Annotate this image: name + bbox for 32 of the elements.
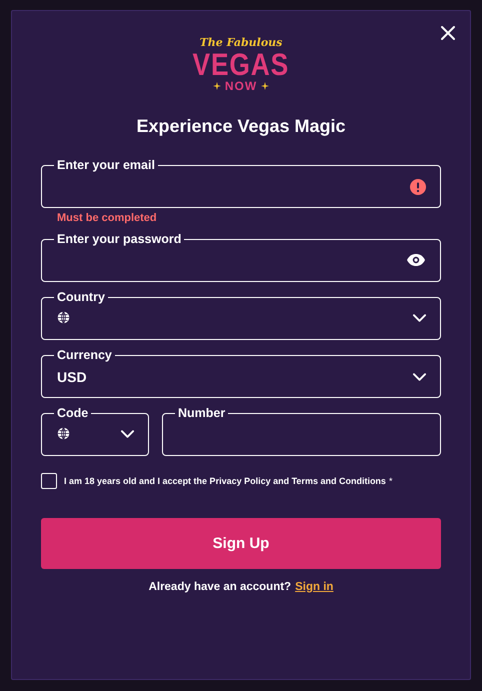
dropdown-field[interactable]: Currency USD <box>41 349 441 398</box>
account-prompt: Already have an account? <box>148 581 292 593</box>
error-message: Must be completed <box>57 212 158 224</box>
terms-text: I am 18 years old and I accept the Privacy Policy and Terms and Conditions <box>64 476 386 486</box>
chevron-down-icon <box>121 430 134 438</box>
terms-checkbox[interactable] <box>41 473 57 489</box>
chevron-down-icon <box>413 314 426 322</box>
eye-icon[interactable] <box>406 253 426 267</box>
dropdown-field[interactable]: Code <box>41 407 149 456</box>
logo-title: VEGAS <box>192 49 290 80</box>
field-value: USD <box>57 369 87 385</box>
input-field[interactable]: Number <box>162 407 441 456</box>
close-icon[interactable] <box>440 25 456 41</box>
sign-up-button[interactable]: Sign Up <box>41 518 441 569</box>
required-mark: * <box>388 476 392 486</box>
field-label: Currency <box>56 349 113 361</box>
password-field[interactable]: Enter your password <box>41 233 441 282</box>
sparkle-icon <box>212 82 221 90</box>
field-label: Enter your email <box>56 159 156 171</box>
dropdown-field[interactable]: Country <box>41 291 441 340</box>
chevron-down-icon <box>413 373 426 381</box>
sign-in-link[interactable]: Sign in <box>295 581 334 593</box>
input-field[interactable]: Enter your email <box>41 159 441 208</box>
field-label: Enter your password <box>56 233 182 245</box>
dialog-title: Experience Vegas Magic <box>135 116 347 137</box>
error-icon <box>410 179 426 195</box>
field-label: Country <box>56 291 106 303</box>
sparkle-icon <box>261 82 270 90</box>
field-label: Number <box>177 407 226 419</box>
field-label: Code <box>56 407 90 419</box>
logo-subtitle: NOW <box>224 80 258 92</box>
logo-script-text: The Fabulous <box>200 37 282 48</box>
